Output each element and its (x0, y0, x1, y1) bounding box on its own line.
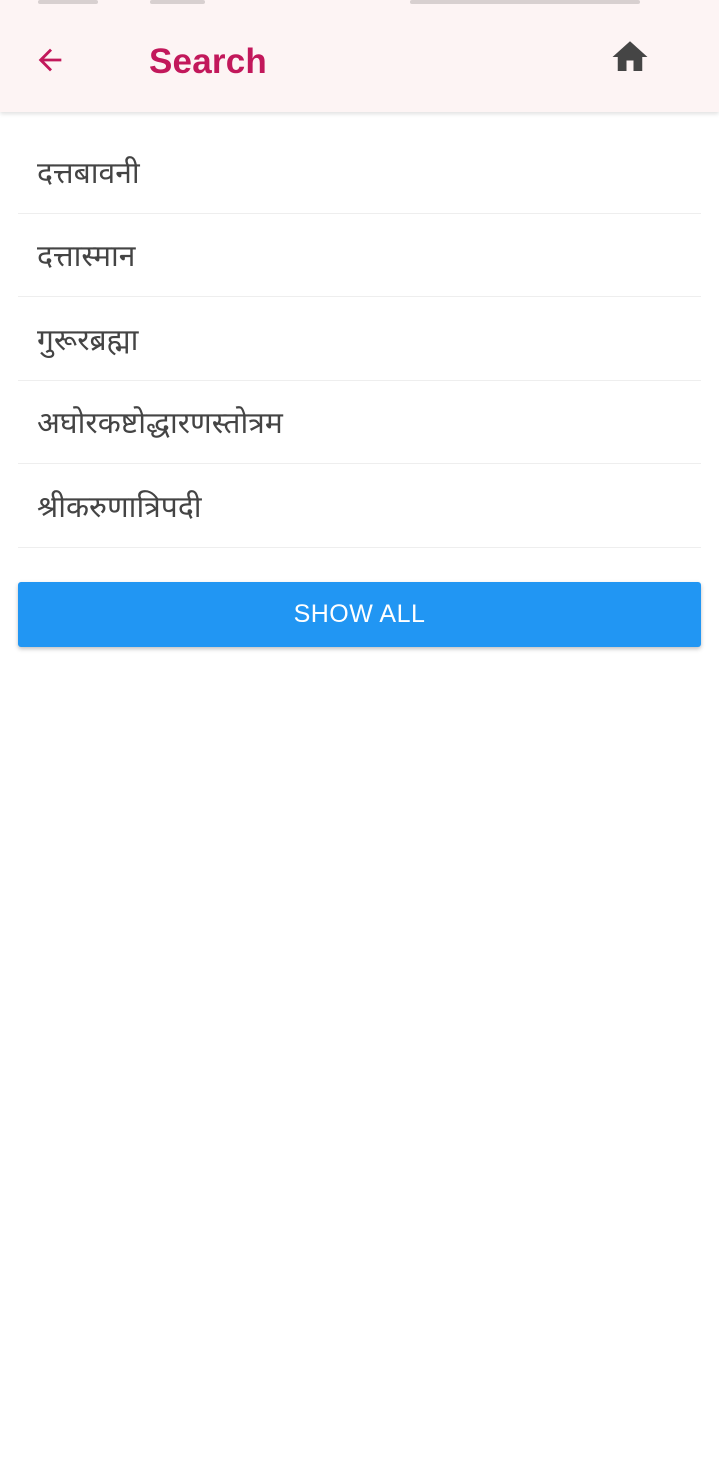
list-item[interactable]: दत्तबावनी (18, 130, 701, 214)
home-icon (609, 36, 651, 82)
list-item[interactable]: श्रीकरुणात्रिपदी (18, 464, 701, 548)
app-bar: Search (0, 0, 719, 112)
page-title: Search (149, 42, 267, 81)
home-button[interactable] (603, 32, 657, 86)
list-item[interactable]: गुरूरब्रह्मा (18, 297, 701, 381)
show-all-button[interactable]: SHOW ALL (18, 582, 701, 647)
back-button[interactable] (24, 36, 76, 88)
search-results-list: दत्तबावनी दत्तास्मान गुरूरब्रह्मा अघोरकष… (18, 130, 701, 548)
list-item[interactable]: अघोरकष्टोद्धारणस्तोत्रम (18, 381, 701, 464)
arrow-left-icon (33, 43, 67, 81)
status-bar (0, 0, 719, 8)
list-item[interactable]: दत्तास्मान (18, 214, 701, 297)
